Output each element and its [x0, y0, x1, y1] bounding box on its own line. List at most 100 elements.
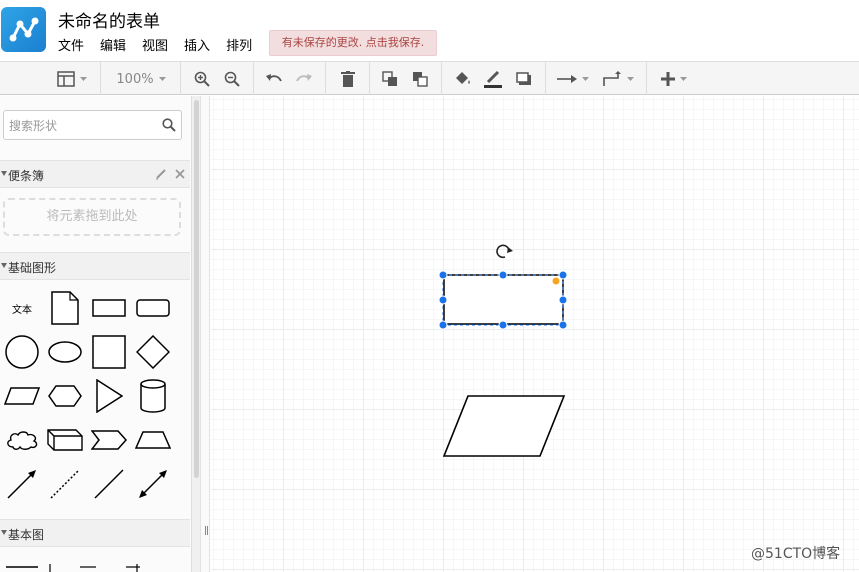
shape-trapezoid[interactable]	[133, 420, 173, 460]
basic-shapes-header[interactable]: 基础图形	[0, 252, 190, 280]
document-title[interactable]: 未命名的表单	[58, 7, 160, 32]
search-box	[3, 110, 182, 140]
shape-circle[interactable]	[2, 332, 42, 372]
menu-bar: 文件 编辑 视图 插入 排列	[58, 35, 268, 55]
chevron-down-icon	[627, 77, 634, 81]
paint-bucket-icon	[456, 72, 470, 84]
shape-line[interactable]	[89, 464, 129, 504]
chevron-down-icon	[80, 77, 87, 81]
triangle-down-icon	[1, 263, 7, 268]
shape-cloud[interactable]	[2, 420, 42, 460]
shape-arrow[interactable]	[2, 464, 42, 504]
canvas-parallelogram[interactable]	[442, 395, 566, 457]
scratchpad-header[interactable]: 便条簿	[0, 160, 190, 188]
zoom-level: 100%	[116, 71, 154, 87]
unsaved-changes-button[interactable]: 有未保存的更改. 点击我保存.	[269, 30, 437, 56]
delete-button[interactable]	[337, 67, 359, 91]
undo-button[interactable]	[263, 67, 285, 91]
shape-cylinder[interactable]	[133, 376, 173, 416]
toolbar-divider	[646, 62, 647, 95]
trapezoid-icon	[135, 431, 171, 449]
line-color-button[interactable]	[482, 67, 504, 91]
toolbar-divider	[545, 62, 546, 95]
shape-bidirectional-arrow[interactable]	[133, 464, 173, 504]
menu-file[interactable]: 文件	[58, 35, 84, 55]
toolbar-divider	[325, 62, 326, 95]
circle-icon	[5, 335, 39, 369]
menu-view[interactable]: 视图	[142, 35, 168, 55]
shadow-icon	[516, 72, 531, 85]
chevron-down-icon	[680, 77, 687, 81]
triangle-down-icon	[1, 530, 7, 535]
shape-ellipse[interactable]	[45, 332, 85, 372]
chevron-step-icon	[91, 430, 127, 450]
selected-rectangle[interactable]	[442, 274, 564, 326]
shape-note[interactable]	[45, 288, 85, 328]
redo-button[interactable]	[293, 67, 315, 91]
parallelogram-icon	[4, 387, 40, 405]
shape-triangle[interactable]	[89, 376, 129, 416]
shape-square[interactable]	[89, 332, 129, 372]
basic-diagram-title: 基本图	[8, 528, 45, 542]
shape-rounded-rectangle[interactable]	[133, 288, 173, 328]
shape-step[interactable]	[89, 420, 129, 460]
sidebar-splitter[interactable]	[200, 96, 210, 572]
connection-style-button[interactable]	[555, 67, 591, 91]
basic-shapes-palette: 文本	[0, 282, 190, 518]
menu-arrange[interactable]: 排列	[226, 35, 252, 55]
shape-diamond[interactable]	[133, 332, 173, 372]
to-back-button[interactable]	[409, 67, 431, 91]
close-icon[interactable]	[175, 169, 185, 179]
basic-shapes-title: 基础图形	[8, 261, 57, 275]
diagram-canvas[interactable]	[211, 96, 859, 572]
cloud-icon	[7, 431, 38, 450]
to-front-button[interactable]	[379, 67, 401, 91]
line-icon	[94, 469, 124, 499]
redo-icon	[296, 74, 312, 82]
triangle-icon	[96, 379, 123, 413]
pencil-icon	[484, 70, 502, 88]
double-arrow-icon	[139, 470, 167, 498]
search-icon[interactable]	[162, 118, 176, 132]
scratchpad-title: 便条簿	[8, 169, 45, 183]
zoom-out-button[interactable]	[221, 67, 243, 91]
bring-to-front-icon	[382, 71, 397, 86]
send-to-back-icon	[413, 72, 428, 87]
rotate-handle-icon[interactable]	[496, 244, 513, 259]
chevron-down-icon	[582, 77, 589, 81]
basic-diagram-preview	[6, 564, 140, 572]
menu-insert[interactable]: 插入	[184, 35, 210, 55]
app-logo	[1, 7, 46, 52]
diagram-logo-icon	[9, 17, 39, 42]
shape-cube[interactable]	[45, 420, 85, 460]
triangle-down-icon	[1, 171, 7, 176]
shape-text[interactable]: 文本	[2, 288, 42, 328]
search-input[interactable]	[9, 117, 159, 134]
menu-edit[interactable]: 编辑	[100, 35, 126, 55]
canvas-drawing	[438, 244, 568, 457]
shape-dashed-line[interactable]	[45, 464, 85, 504]
shape-rectangle[interactable]	[89, 288, 129, 328]
shapes-sidebar: 便条簿 将元素拖到此处 基础图形 文本	[0, 96, 192, 572]
rectangle-icon	[92, 299, 126, 317]
toolbar-divider	[100, 62, 101, 95]
shape-hexagon[interactable]	[45, 376, 85, 416]
hexagon-icon	[48, 385, 82, 407]
toolbar: 100%	[0, 61, 859, 95]
insert-button[interactable]	[656, 67, 692, 91]
zoom-in-button[interactable]	[191, 67, 213, 91]
shadow-button[interactable]	[513, 67, 535, 91]
zoom-dropdown[interactable]: 100%	[112, 67, 170, 91]
basic-diagram-header[interactable]: 基本图	[0, 519, 190, 547]
shape-parallelogram[interactable]	[2, 376, 42, 416]
scratchpad-drop-zone[interactable]: 将元素拖到此处	[3, 198, 181, 236]
document-shape-icon	[51, 291, 79, 325]
pencil-edit-icon[interactable]	[155, 168, 167, 180]
rounded-rectangle-icon	[136, 299, 170, 317]
diamond-icon	[136, 335, 170, 369]
fill-color-button[interactable]	[452, 67, 474, 91]
zoom-in-icon	[194, 71, 210, 87]
sidebar-scrollbar-thumb[interactable]	[194, 100, 199, 478]
format-panel-button[interactable]	[54, 67, 90, 91]
waypoints-button[interactable]	[600, 67, 636, 91]
